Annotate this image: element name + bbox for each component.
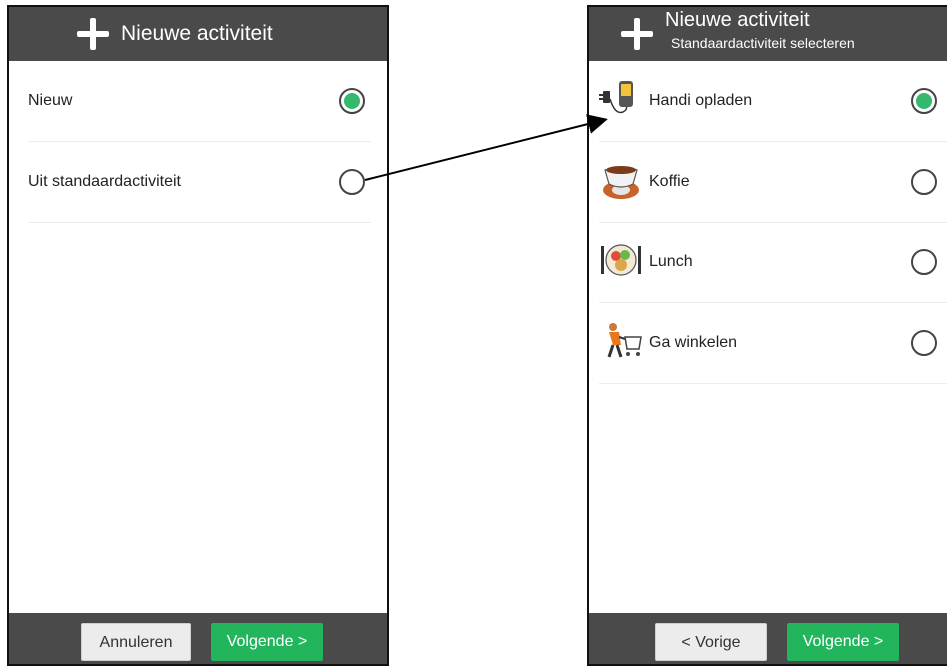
- radio-koffie[interactable]: [911, 169, 937, 195]
- radio-nieuw-selected[interactable]: [339, 88, 365, 114]
- radio-uit-standaardactiviteit[interactable]: [339, 169, 365, 195]
- radio-handi-opladen-selected[interactable]: [911, 88, 937, 114]
- right-screen: Nieuwe activiteit Standaardactiviteit se…: [587, 5, 947, 666]
- option-label: Nieuw: [28, 92, 73, 109]
- cancel-button[interactable]: Annuleren: [81, 623, 191, 661]
- activity-handi-opladen[interactable]: Handi opladen: [599, 61, 947, 142]
- next-button[interactable]: Volgende >: [787, 623, 899, 661]
- footer: Annuleren Volgende >: [9, 613, 387, 664]
- activity-koffie[interactable]: Koffie: [599, 142, 947, 223]
- header-subtitle: Standaardactiviteit selecteren: [671, 35, 855, 51]
- radio-lunch[interactable]: [911, 249, 937, 275]
- activity-ga-winkelen[interactable]: Ga winkelen: [599, 303, 947, 384]
- activity-lunch[interactable]: Lunch: [599, 222, 947, 303]
- footer: < Vorige Volgende >: [589, 613, 947, 664]
- left-screen: Nieuwe activiteit Nieuw Uit standaardact…: [7, 5, 389, 666]
- header: Nieuwe activiteit Standaardactiviteit se…: [589, 7, 947, 61]
- header: Nieuwe activiteit: [9, 7, 387, 61]
- next-button[interactable]: Volgende >: [211, 623, 323, 661]
- lunch-plate-icon: [601, 244, 641, 276]
- plus-icon: [621, 18, 653, 50]
- activity-label: Ga winkelen: [649, 334, 738, 351]
- option-label: Uit standaardactiviteit: [28, 173, 181, 190]
- coffee-cup-icon: [603, 166, 639, 199]
- header-title: Nieuwe activiteit: [121, 22, 273, 45]
- option-uit-standaardactiviteit[interactable]: Uit standaardactiviteit: [28, 142, 371, 223]
- phone-charger-icon: [599, 81, 633, 114]
- activity-label: Lunch: [649, 253, 693, 270]
- header-title: Nieuwe activiteit: [665, 9, 810, 31]
- activity-label: Koffie: [649, 173, 690, 190]
- activity-label: Handi opladen: [649, 92, 753, 109]
- back-button[interactable]: < Vorige: [655, 623, 767, 661]
- option-nieuw[interactable]: Nieuw: [28, 61, 371, 142]
- radio-ga-winkelen[interactable]: [911, 330, 937, 356]
- shopping-cart-icon: [607, 323, 642, 358]
- plus-icon: [77, 18, 109, 50]
